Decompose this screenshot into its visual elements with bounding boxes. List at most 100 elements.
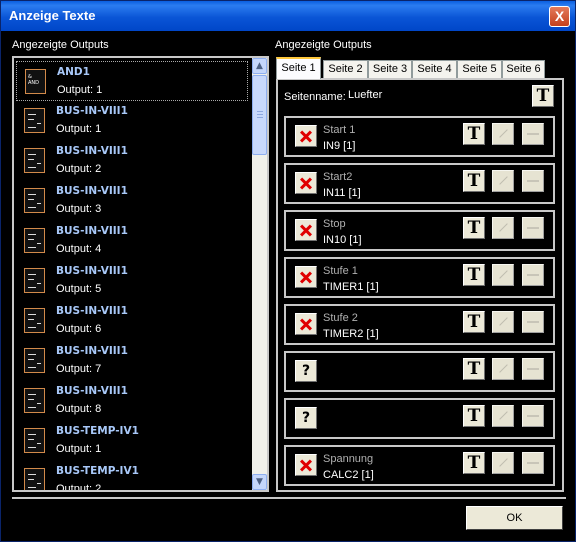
title-bar[interactable]: Anzeige Texte X: [1, 1, 575, 31]
text-edit-button[interactable]: T: [463, 217, 485, 239]
bus-temp-block-icon: [24, 468, 45, 490]
item-output: Output: 2: [56, 163, 102, 175]
list-item[interactable]: BUS-IN-VIII1 Output: 7: [16, 341, 248, 381]
item-name: BUS-IN-VIII1: [56, 385, 128, 397]
edit-icon[interactable]: [492, 452, 514, 474]
item-name: BUS-IN-VIII1: [56, 345, 128, 357]
display-row: Spannung CALC2 [1] T: [284, 445, 555, 486]
text-edit-button[interactable]: T: [463, 170, 485, 192]
item-output: Output: 1: [56, 123, 102, 135]
edit-icon[interactable]: [492, 170, 514, 192]
display-row: ? T: [284, 398, 555, 439]
dialog-window: Anzeige Texte X Angezeigte Outputs Angez…: [0, 0, 576, 542]
text-edit-button[interactable]: T: [463, 405, 485, 427]
dash-icon[interactable]: [522, 311, 544, 333]
page-name-label: Seitenname:: [284, 91, 346, 103]
tab-seite-2[interactable]: Seite 2: [323, 60, 368, 79]
close-button[interactable]: X: [549, 6, 570, 27]
tab-seite-6[interactable]: Seite 6: [502, 60, 545, 79]
edit-icon[interactable]: [492, 217, 514, 239]
text-edit-button[interactable]: T: [463, 452, 485, 474]
tab-seite-4[interactable]: Seite 4: [412, 60, 457, 79]
output-list[interactable]: & AND AND1 Output: 1 BUS-IN-VIII1 Output: 1 BU…: [12, 56, 269, 492]
list-item[interactable]: BUS-TEMP-IV1 Output: 2: [16, 461, 248, 490]
list-item[interactable]: & AND AND1 Output: 1: [16, 61, 248, 101]
window-title: Anzeige Texte: [9, 8, 96, 23]
list-item[interactable]: BUS-IN-VIII1 Output: 5: [16, 261, 248, 301]
item-name: AND1: [57, 66, 90, 78]
item-output: Output: 6: [56, 323, 102, 335]
page-name-value[interactable]: Luefter: [348, 89, 382, 101]
text-edit-button[interactable]: T: [463, 264, 485, 286]
assign-output-button[interactable]: ?: [295, 360, 317, 382]
bus-in-block-icon: [24, 228, 45, 253]
item-output: Output: 3: [56, 203, 102, 215]
row-label: Stop: [323, 218, 346, 230]
bus-in-block-icon: [24, 268, 45, 293]
bus-in-block-icon: [24, 388, 45, 413]
assign-output-button[interactable]: ?: [295, 407, 317, 429]
left-section-label: Angezeigte Outputs: [12, 39, 109, 51]
item-output: Output: 2: [56, 483, 102, 490]
remove-icon[interactable]: [295, 266, 317, 288]
output-list-items: & AND AND1 Output: 1 BUS-IN-VIII1 Output: 1 BU…: [14, 58, 250, 490]
list-item[interactable]: BUS-IN-VIII1 Output: 1: [16, 101, 248, 141]
tab-seite-3[interactable]: Seite 3: [368, 60, 412, 79]
scroll-thumb[interactable]: [252, 75, 267, 155]
list-item[interactable]: BUS-IN-VIII1 Output: 3: [16, 181, 248, 221]
display-row: ? T: [284, 351, 555, 392]
remove-icon[interactable]: [295, 219, 317, 241]
bus-in-block-icon: [24, 148, 45, 173]
remove-icon[interactable]: [295, 313, 317, 335]
text-edit-button[interactable]: T: [463, 311, 485, 333]
list-item[interactable]: BUS-IN-VIII1 Output: 6: [16, 301, 248, 341]
page-name-text-button[interactable]: T: [532, 85, 554, 107]
row-value: TIMER1 [1]: [323, 281, 379, 293]
remove-icon[interactable]: [295, 172, 317, 194]
row-label: Stufe 1: [323, 265, 358, 277]
row-value: IN9 [1]: [323, 140, 356, 152]
edit-icon[interactable]: [492, 123, 514, 145]
list-item[interactable]: BUS-TEMP-IV1 Output: 1: [16, 421, 248, 461]
dash-icon[interactable]: [522, 358, 544, 380]
dash-icon[interactable]: [522, 405, 544, 427]
scroll-down-button[interactable]: ▼: [252, 474, 267, 490]
edit-icon[interactable]: [492, 358, 514, 380]
item-name: BUS-TEMP-IV1: [56, 425, 139, 437]
remove-icon[interactable]: [295, 454, 317, 476]
row-value: IN11 [1]: [323, 187, 361, 199]
text-edit-button[interactable]: T: [463, 123, 485, 145]
list-item[interactable]: BUS-IN-VIII1 Output: 8: [16, 381, 248, 421]
tab-panel: Seitenname: Luefter T Start 1 IN9 [1] T Sta…: [276, 78, 564, 492]
item-output: Output: 5: [56, 283, 102, 295]
tab-seite-5[interactable]: Seite 5: [457, 60, 502, 79]
dash-icon[interactable]: [522, 264, 544, 286]
remove-icon[interactable]: [295, 125, 317, 147]
item-name: BUS-IN-VIII1: [56, 305, 128, 317]
dash-icon[interactable]: [522, 452, 544, 474]
list-item[interactable]: BUS-IN-VIII1 Output: 2: [16, 141, 248, 181]
dash-icon[interactable]: [522, 170, 544, 192]
row-value: CALC2 [1]: [323, 469, 374, 481]
edit-icon[interactable]: [492, 264, 514, 286]
list-item[interactable]: BUS-IN-VIII1 Output: 4: [16, 221, 248, 261]
text-edit-button[interactable]: T: [463, 358, 485, 380]
item-output: Output: 1: [56, 443, 102, 455]
edit-icon[interactable]: [492, 311, 514, 333]
item-output: Output: 7: [56, 363, 102, 375]
row-label: Spannung: [323, 453, 374, 465]
ok-button[interactable]: OK: [466, 506, 563, 530]
bus-in-block-icon: [24, 308, 45, 333]
scroll-up-button[interactable]: ▲: [252, 58, 267, 74]
bus-temp-block-icon: [24, 428, 45, 453]
item-name: BUS-IN-VIII1: [56, 225, 128, 237]
dash-icon[interactable]: [522, 123, 544, 145]
edit-icon[interactable]: [492, 405, 514, 427]
bus-in-block-icon: [24, 108, 45, 133]
list-scrollbar[interactable]: ▲ ▼: [252, 58, 267, 490]
bus-in-block-icon: [24, 348, 45, 373]
tab-seite-1[interactable]: Seite 1: [276, 57, 321, 79]
right-section-label: Angezeigte Outputs: [275, 39, 372, 51]
display-row: Stufe 1 TIMER1 [1] T: [284, 257, 555, 298]
dash-icon[interactable]: [522, 217, 544, 239]
